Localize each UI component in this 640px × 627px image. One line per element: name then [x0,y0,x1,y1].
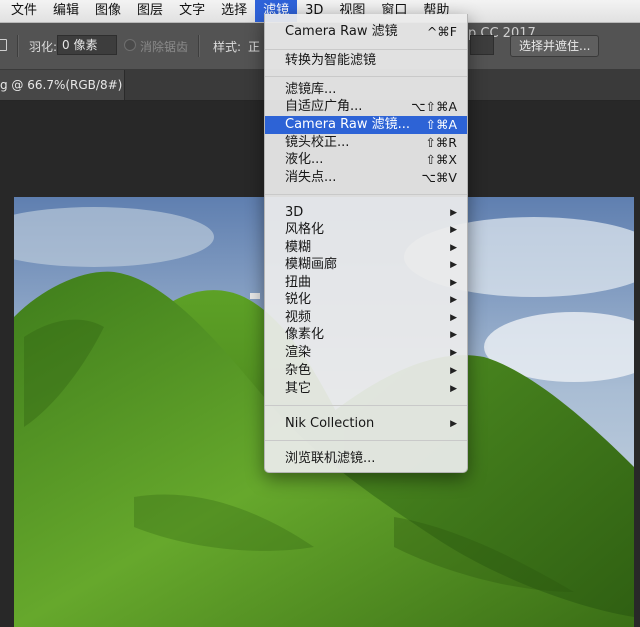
antialias-label: 消除锯齿 [140,40,189,54]
menu-item-liquify[interactable]: 液化... ⇧⌘X [265,151,467,169]
menu-item-other[interactable]: 其它 ▶ [265,380,467,398]
menu-item-3d[interactable]: 3D ▶ [265,204,467,222]
menu-item-nik-collection[interactable]: Nik Collection ▶ [265,415,467,433]
menu-item-blur-gallery[interactable]: 模糊画廊 ▶ [265,256,467,274]
submenu-arrow-icon: ▶ [450,208,457,218]
antialias-checkbox[interactable] [124,39,136,51]
document-tab[interactable]: g @ 66.7%(RGB/8#) * [0,70,125,100]
menu-item-distort[interactable]: 扭曲 ▶ [265,274,467,292]
submenu-arrow-icon: ▶ [450,225,457,235]
menu-item-lens-correction[interactable]: 镜头校正... ⇧⌘R [265,134,467,152]
menu-item-browse-filters-online[interactable]: 浏览联机滤镜... [265,450,467,468]
menu-item-last-filter[interactable]: Camera Raw 滤镜 ^⌘F [265,23,467,41]
menu-item-adaptive-wide-angle[interactable]: 自适应广角... ⌥⇧⌘A [265,98,467,116]
menu-separator [265,440,467,441]
menu-item-convert-smart-filters[interactable]: 转换为智能滤镜 [265,52,467,70]
shortcut-label: ⌥⌘V [421,170,457,185]
options-divider [198,35,200,57]
submenu-arrow-icon: ▶ [450,419,457,429]
submenu-arrow-icon: ▶ [450,278,457,288]
menu-file[interactable]: 文件 [0,0,45,22]
menu-type[interactable]: 文字 [171,0,213,22]
menu-item-blur[interactable]: 模糊 ▶ [265,239,467,257]
menu-separator [265,194,467,195]
marquee-tool-icon[interactable] [0,39,7,51]
submenu-arrow-icon: ▶ [450,330,457,340]
style-label: 样式: [213,40,242,54]
document-tab-label: g @ 66.7%(RGB/8#) * [0,78,125,92]
submenu-arrow-icon: ▶ [450,384,457,394]
height-input[interactable] [470,35,494,55]
shortcut-label: ^⌘F [426,24,457,39]
shortcut-label: ⇧⌘X [425,152,457,167]
feather-input[interactable]: 0 像素 [57,35,117,55]
menu-item-sharpen[interactable]: 锐化 ▶ [265,291,467,309]
shortcut-label: ⇧⌘R [425,135,457,150]
submenu-arrow-icon: ▶ [450,243,457,253]
menu-edit[interactable]: 编辑 [45,0,87,22]
submenu-arrow-icon: ▶ [450,295,457,305]
filter-dropdown-menu: Camera Raw 滤镜 ^⌘F 转换为智能滤镜 滤镜库... 自适应广角..… [264,14,468,473]
shortcut-label: ⌥⇧⌘A [411,99,457,114]
menu-item-noise[interactable]: 杂色 ▶ [265,362,467,380]
menu-select[interactable]: 选择 [213,0,255,22]
menu-item-video[interactable]: 视频 ▶ [265,309,467,327]
menu-item-vanishing-point[interactable]: 消失点... ⌥⌘V [265,169,467,187]
menu-separator [265,49,467,50]
submenu-arrow-icon: ▶ [450,313,457,323]
menu-layer[interactable]: 图层 [129,0,171,22]
submenu-arrow-icon: ▶ [450,260,457,270]
select-and-mask-button[interactable]: 选择并遮住... [510,35,600,57]
menu-item-stylize[interactable]: 风格化 ▶ [265,221,467,239]
style-select[interactable]: 正 [248,38,260,55]
menu-item-camera-raw-filter[interactable]: Camera Raw 滤镜... ⇧⌘A [265,116,467,134]
submenu-arrow-icon: ▶ [450,348,457,358]
menu-item-render[interactable]: 渲染 ▶ [265,344,467,362]
submenu-arrow-icon: ▶ [450,366,457,376]
options-divider [17,35,19,57]
menu-item-filter-gallery[interactable]: 滤镜库... [265,81,467,99]
menu-item-pixelate[interactable]: 像素化 ▶ [265,326,467,344]
menu-separator [265,405,467,406]
shortcut-label: ⇧⌘A [425,117,457,132]
menu-separator [265,76,467,77]
menu-image[interactable]: 图像 [87,0,129,22]
feather-label: 羽化: [29,40,58,54]
